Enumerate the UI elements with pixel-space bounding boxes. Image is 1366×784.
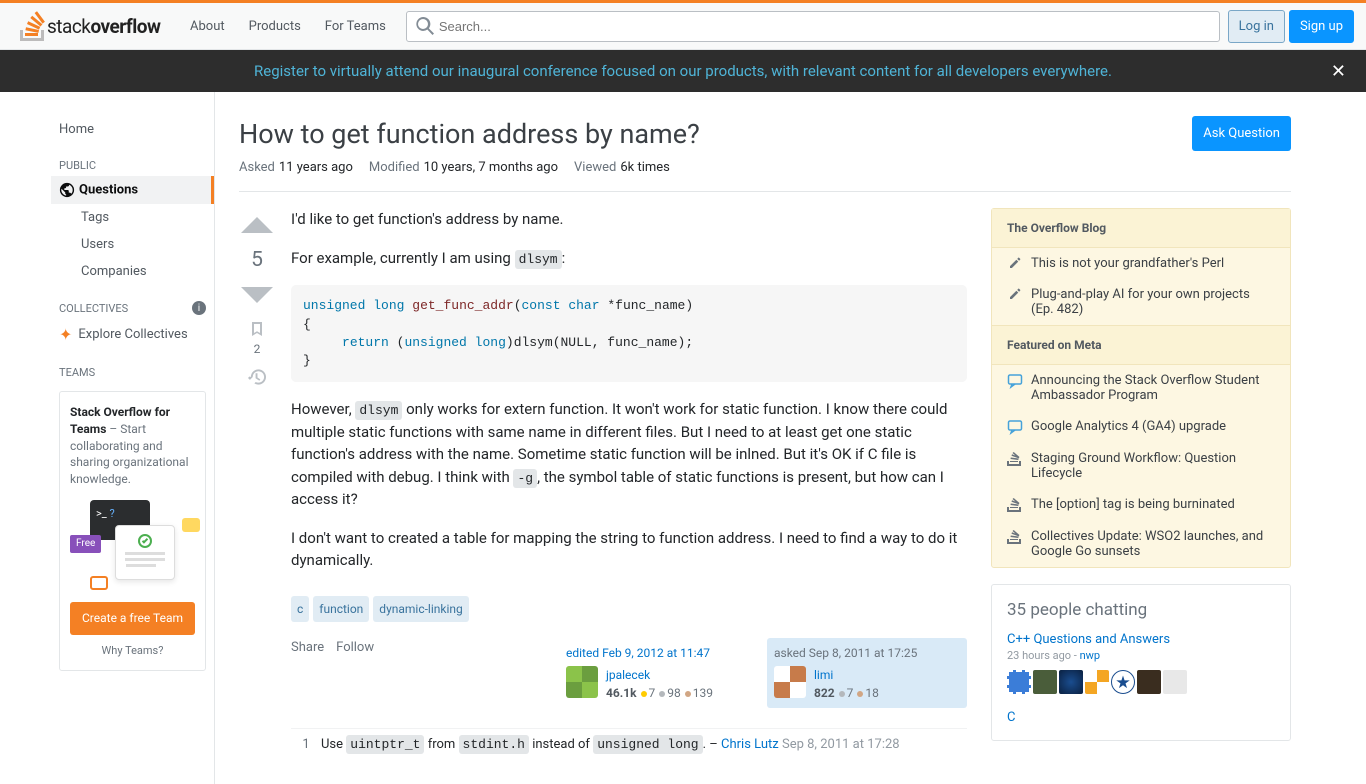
- logo[interactable]: stackoverflow: [12, 3, 178, 49]
- tag[interactable]: function: [313, 596, 369, 622]
- banner-link[interactable]: Register to virtually attend our inaugur…: [254, 62, 1112, 80]
- comment-user-link[interactable]: Chris Lutz: [721, 737, 779, 752]
- sidebar-tags[interactable]: Tags: [51, 204, 214, 231]
- avatar[interactable]: [1033, 670, 1057, 694]
- create-team-button[interactable]: Create a free Team: [70, 602, 195, 635]
- avatar[interactable]: [1085, 670, 1109, 694]
- logo-text: stackoverflow: [47, 15, 160, 38]
- nav-for-teams[interactable]: For Teams: [313, 13, 398, 40]
- meta-item[interactable]: Collectives Update: WSO2 launches, and G…: [992, 521, 1290, 567]
- meta-item[interactable]: The [option] tag is being burninated: [992, 489, 1290, 521]
- question-title: How to get function address by name?: [239, 116, 700, 152]
- stack-icon: [1007, 497, 1023, 513]
- meta-item[interactable]: Announcing the Stack Overflow Student Am…: [992, 365, 1290, 411]
- tag[interactable]: dynamic-linking: [373, 596, 468, 622]
- why-teams-link[interactable]: Why Teams?: [70, 643, 195, 658]
- globe-icon: [59, 182, 75, 198]
- speech-icon: [1007, 373, 1023, 389]
- star-icon: ✦: [59, 325, 72, 344]
- chat-room-link[interactable]: C: [1007, 710, 1015, 725]
- blog-item[interactable]: Plug-and-play AI for your own projects (…: [992, 279, 1290, 325]
- sidebar-explore-collectives[interactable]: ✦ Explore Collectives: [51, 319, 214, 350]
- search-container: [406, 11, 1220, 42]
- avatar[interactable]: [1111, 670, 1135, 694]
- pencil-icon: [1007, 256, 1023, 270]
- meta-item[interactable]: Google Analytics 4 (GA4) upgrade: [992, 411, 1290, 443]
- teams-promo: Stack Overflow for Teams – Start collabo…: [59, 391, 206, 671]
- sidebar-questions[interactable]: Questions: [51, 176, 214, 204]
- share-link[interactable]: Share: [291, 638, 324, 708]
- chat-box: 35 people chatting C++ Questions and Ans…: [991, 584, 1291, 741]
- owner-card: asked Sep 8, 2011 at 17:25 limi 822718: [767, 638, 967, 708]
- bookmark-icon[interactable]: [248, 320, 266, 338]
- chat-avatars: [1007, 670, 1275, 694]
- upvote-button[interactable]: [239, 208, 275, 244]
- right-sidebar: The Overflow Blog This is not your grand…: [991, 208, 1291, 760]
- follow-link[interactable]: Follow: [336, 638, 374, 708]
- sidebar-users[interactable]: Users: [51, 231, 214, 258]
- avatar[interactable]: [1059, 670, 1083, 694]
- bookmark-count: 2: [254, 342, 261, 356]
- teams-illustration: >_ ? Free: [70, 500, 200, 590]
- overflow-blog-box: The Overflow Blog This is not your grand…: [991, 208, 1291, 568]
- ask-question-button[interactable]: Ask Question: [1192, 116, 1291, 151]
- chat-user-link[interactable]: nwp: [1080, 649, 1101, 662]
- stackoverflow-icon: [20, 11, 45, 41]
- chat-heading: 35 people chatting: [1007, 600, 1275, 620]
- avatar[interactable]: [1007, 670, 1031, 694]
- vote-column: 5 2: [239, 208, 291, 760]
- info-icon[interactable]: i: [192, 301, 206, 315]
- sidebar-questions-label: Questions: [79, 182, 138, 197]
- search-icon: [416, 17, 434, 35]
- main-content: How to get function address by name? Ask…: [215, 92, 1315, 784]
- user-link[interactable]: jpalecek: [606, 668, 650, 682]
- announcement-banner: Register to virtually attend our inaugur…: [0, 50, 1366, 92]
- avatar[interactable]: [566, 666, 598, 698]
- code-block: unsigned long get_func_addr(const char *…: [291, 285, 967, 382]
- user-link[interactable]: limi: [814, 668, 833, 682]
- nav-about[interactable]: About: [178, 13, 237, 40]
- pencil-icon: [1007, 287, 1023, 301]
- sidebar-home[interactable]: Home: [51, 116, 214, 143]
- edit-time-link[interactable]: edited Feb 9, 2012 at 11:47: [566, 646, 710, 660]
- stack-icon: [1007, 451, 1023, 467]
- nav-products[interactable]: Products: [237, 13, 313, 40]
- speech-icon: [1007, 419, 1023, 435]
- tag[interactable]: c: [291, 596, 309, 622]
- vote-count: 5: [251, 248, 263, 272]
- login-button[interactable]: Log in: [1228, 10, 1285, 43]
- question-tags: c function dynamic-linking: [291, 596, 967, 622]
- sidebar-collectives-heading: COLLECTIVES i: [51, 285, 214, 319]
- question-meta: Asked11 years ago Modified10 years, 7 mo…: [239, 160, 1291, 192]
- meta-item[interactable]: Staging Ground Workflow: Question Lifecy…: [992, 443, 1290, 489]
- chat-room-link[interactable]: C++ Questions and Answers: [1007, 632, 1170, 647]
- header: stackoverflow About Products For Teams L…: [0, 3, 1366, 50]
- close-icon[interactable]: ✕: [1331, 61, 1346, 82]
- question-body: I'd like to get function's address by na…: [291, 208, 967, 760]
- explore-label: Explore Collectives: [78, 327, 187, 342]
- downvote-button[interactable]: [239, 276, 275, 312]
- history-icon[interactable]: [248, 368, 266, 386]
- sidebar-teams-heading: TEAMS: [51, 350, 214, 383]
- blog-item[interactable]: This is not your grandfather's Perl: [992, 248, 1290, 279]
- search-input[interactable]: [406, 11, 1220, 42]
- avatar[interactable]: [1137, 670, 1161, 694]
- sidebar-public-heading: PUBLIC: [51, 143, 214, 176]
- comment-vote: 1: [291, 735, 321, 755]
- left-sidebar: Home PUBLIC Questions Tags Users Compani…: [51, 92, 215, 784]
- avatar[interactable]: [774, 666, 806, 698]
- editor-card: edited Feb 9, 2012 at 11:47 jpalecek 46.…: [559, 638, 759, 708]
- avatar[interactable]: [1163, 670, 1187, 694]
- signup-button[interactable]: Sign up: [1289, 10, 1354, 43]
- stack-icon: [1007, 529, 1023, 545]
- sidebar-companies[interactable]: Companies: [51, 258, 214, 285]
- comment: 1 Use uintptr_t from stdint.h instead of…: [291, 728, 967, 761]
